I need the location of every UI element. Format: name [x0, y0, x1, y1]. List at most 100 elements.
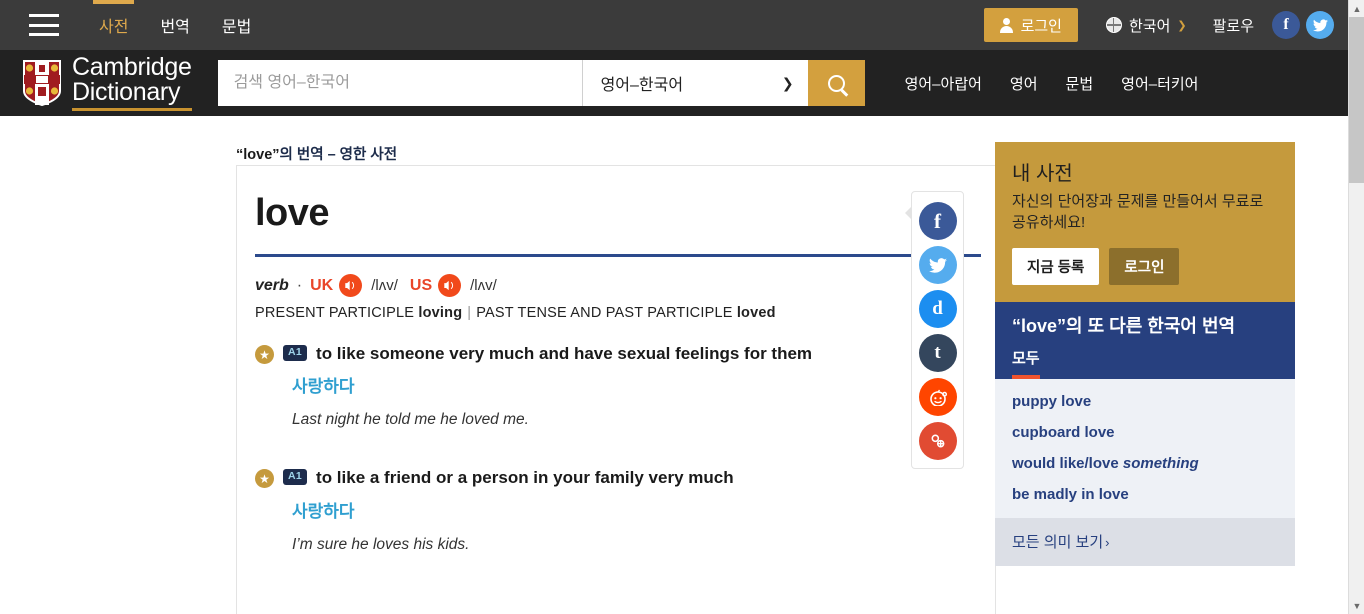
- follow-label: 팔로우: [1212, 17, 1254, 35]
- logo-line-1: Cambridge: [72, 53, 192, 81]
- inflections-row: PRESENT PARTICIPLE loving | PAST TENSE AND…: [255, 305, 995, 321]
- past-tense-label: PAST TENSE AND PAST PARTICIPLE: [476, 305, 733, 321]
- header-link-english-arabic[interactable]: 영어–아랍어: [891, 73, 996, 94]
- globe-icon: [1105, 17, 1122, 33]
- chevron-right-icon: ›: [1105, 535, 1110, 551]
- uk-audio-button[interactable]: [339, 274, 363, 297]
- nav-item-translate-label: 번역: [160, 19, 190, 36]
- chevron-down-icon: ❯: [781, 74, 794, 91]
- other-translations-list: puppy love cupboard love would like/love…: [995, 379, 1295, 519]
- search-button[interactable]: [807, 60, 865, 106]
- twitter-icon[interactable]: [1306, 11, 1334, 39]
- present-participle-label: PRESENT PARTICIPLE: [255, 305, 415, 321]
- chevron-down-icon: ❯: [1177, 19, 1187, 32]
- nav-item-grammar[interactable]: 문법: [206, 0, 267, 50]
- header-link-english[interactable]: 영어: [996, 73, 1052, 94]
- reddit-share-icon[interactable]: [918, 378, 957, 416]
- present-participle-value: loving: [418, 305, 463, 321]
- sense-block: ★ A1 to like a friend or a person in you…: [255, 467, 995, 553]
- dictionary-select[interactable]: 영어–한국어 ❯: [582, 60, 808, 106]
- breadcrumb: “love”의 번역 – 영한 사전: [236, 143, 397, 164]
- cambridge-logo[interactable]: Cambridge Dictionary: [22, 55, 192, 111]
- search-input-container: [217, 60, 583, 106]
- site-header: Cambridge Dictionary 영어–한국어 ❯ 영어–아랍어 영어 …: [0, 50, 1348, 116]
- list-item[interactable]: cupboard love: [1012, 424, 1278, 441]
- translation-text: 사랑하다: [292, 377, 355, 397]
- other-translations-tabs: 모두: [1012, 347, 1278, 380]
- part-of-speech: verb: [255, 276, 289, 294]
- sense-definition-row: ★ A1 to like a friend or a person in you…: [255, 467, 995, 489]
- headword-divider: [255, 254, 981, 257]
- hamburger-menu-icon[interactable]: [29, 14, 59, 36]
- definition-text: to like a friend or a person in your fam…: [316, 468, 734, 488]
- example-sentence: I’m sure he loves his kids.: [292, 535, 470, 553]
- header-link-english-turkish[interactable]: 영어–터키어: [1107, 73, 1212, 94]
- tab-all[interactable]: 모두: [1012, 347, 1040, 380]
- breadcrumb-rest: 의 번역 – 영한 사전: [279, 147, 398, 163]
- other-translations-title: “love”의 또 다른 한국어 번역: [1012, 315, 1236, 336]
- cambridge-crest-icon: [22, 59, 62, 107]
- translation-text: 사랑하다: [292, 501, 355, 521]
- page-title: love: [255, 192, 330, 234]
- example-sentence: Last night he told me he loved me.: [292, 411, 529, 429]
- breadcrumb-query: “love”: [236, 147, 280, 163]
- cefr-level-badge: A1: [283, 469, 308, 485]
- copy-link-icon[interactable]: [918, 422, 957, 460]
- see-all-meanings-label: 모든 의미 보기: [1012, 534, 1104, 552]
- page-scrollbar[interactable]: ▲ ▼: [1348, 0, 1364, 614]
- see-all-meanings-link[interactable]: 모든 의미 보기 ›: [1012, 534, 1109, 551]
- dictionary-entry-card: love verb · UK /lʌv/ US /lʌv/ PRESENT PA…: [236, 165, 996, 614]
- scrollbar-thumb[interactable]: [1349, 17, 1364, 183]
- cambridge-logo-text: Cambridge Dictionary: [72, 55, 192, 111]
- other-translations-footer: 모든 의미 보기 ›: [995, 518, 1295, 567]
- nav-item-dictionary[interactable]: 사전: [83, 0, 144, 50]
- uk-ipa: /lʌv/: [371, 277, 398, 294]
- language-selector-label: 한국어: [1128, 17, 1171, 35]
- sense-definition-row: ★ A1 to like someone very much and have …: [255, 343, 995, 364]
- person-icon: [999, 17, 1013, 33]
- tumblr-share-icon[interactable]: t: [918, 334, 957, 372]
- search-bar: 영어–한국어 ❯: [217, 60, 865, 106]
- cefr-level-badge: A1: [283, 345, 308, 361]
- list-item-italic: something: [1122, 455, 1199, 473]
- diigo-share-icon[interactable]: d: [918, 290, 957, 328]
- scroll-down-arrow-icon[interactable]: ▼: [1349, 597, 1364, 614]
- sense-block: ★ A1 to like someone very much and have …: [255, 343, 995, 429]
- uk-label: UK: [310, 276, 334, 294]
- inflection-separator: |: [467, 305, 472, 321]
- list-item[interactable]: would like/love something: [1012, 455, 1278, 472]
- nav-item-grammar-label: 문법: [221, 19, 252, 36]
- list-item-text: would like/love: [1012, 455, 1123, 473]
- facebook-share-icon[interactable]: f: [918, 202, 957, 240]
- sidebar-login-button[interactable]: 로그인: [1109, 247, 1180, 285]
- definition-text: to like someone very much and have sexua…: [316, 344, 813, 363]
- pronunciation-row: verb · UK /lʌv/ US /lʌv/: [255, 274, 995, 297]
- scroll-up-arrow-icon[interactable]: ▲: [1349, 0, 1364, 17]
- register-now-button[interactable]: 지금 등록: [1012, 247, 1100, 285]
- right-sidebar: 내 사전 자신의 단어장과 문제를 만들어서 무료로 공유하세요! 지금 등록 …: [995, 142, 1295, 567]
- social-share-rail: f d t: [905, 191, 964, 469]
- header-link-grammar[interactable]: 문법: [1052, 73, 1108, 94]
- language-selector[interactable]: 한국어 ❯: [1105, 15, 1187, 36]
- primary-nav: 사전 번역 문법: [83, 0, 267, 50]
- login-button[interactable]: 로그인: [983, 8, 1078, 42]
- twitter-share-icon[interactable]: [918, 246, 957, 284]
- logo-line-2: Dictionary: [72, 78, 181, 106]
- my-dictionary-description: 자신의 단어장과 문제를 만들어서 무료로 공유하세요!: [1012, 193, 1264, 232]
- us-audio-button[interactable]: [438, 274, 462, 297]
- list-item[interactable]: puppy love: [1012, 393, 1278, 410]
- top-bar-right-group: 로그인 한국어 ❯ 팔로우 f: [983, 8, 1348, 42]
- star-icon: ★: [255, 345, 274, 364]
- star-icon: ★: [255, 469, 274, 489]
- us-ipa: /lʌv/: [470, 277, 497, 294]
- header-dictionary-links: 영어–아랍어 영어 문법 영어–터키어: [891, 73, 1213, 94]
- facebook-icon[interactable]: f: [1272, 11, 1300, 39]
- separator-dot: ·: [296, 276, 303, 294]
- search-input[interactable]: [217, 74, 582, 92]
- page-body: “love”의 번역 – 영한 사전 love verb · UK /lʌv/ …: [0, 116, 1348, 614]
- top-utility-bar: 사전 번역 문법 로그인 한국어 ❯ 팔로우 f: [0, 0, 1348, 50]
- my-dictionary-actions: 지금 등록 로그인: [1012, 247, 1278, 285]
- dictionary-select-value: 영어–한국어: [600, 77, 684, 94]
- list-item[interactable]: be madly in love: [1012, 486, 1278, 503]
- nav-item-translate[interactable]: 번역: [144, 0, 205, 50]
